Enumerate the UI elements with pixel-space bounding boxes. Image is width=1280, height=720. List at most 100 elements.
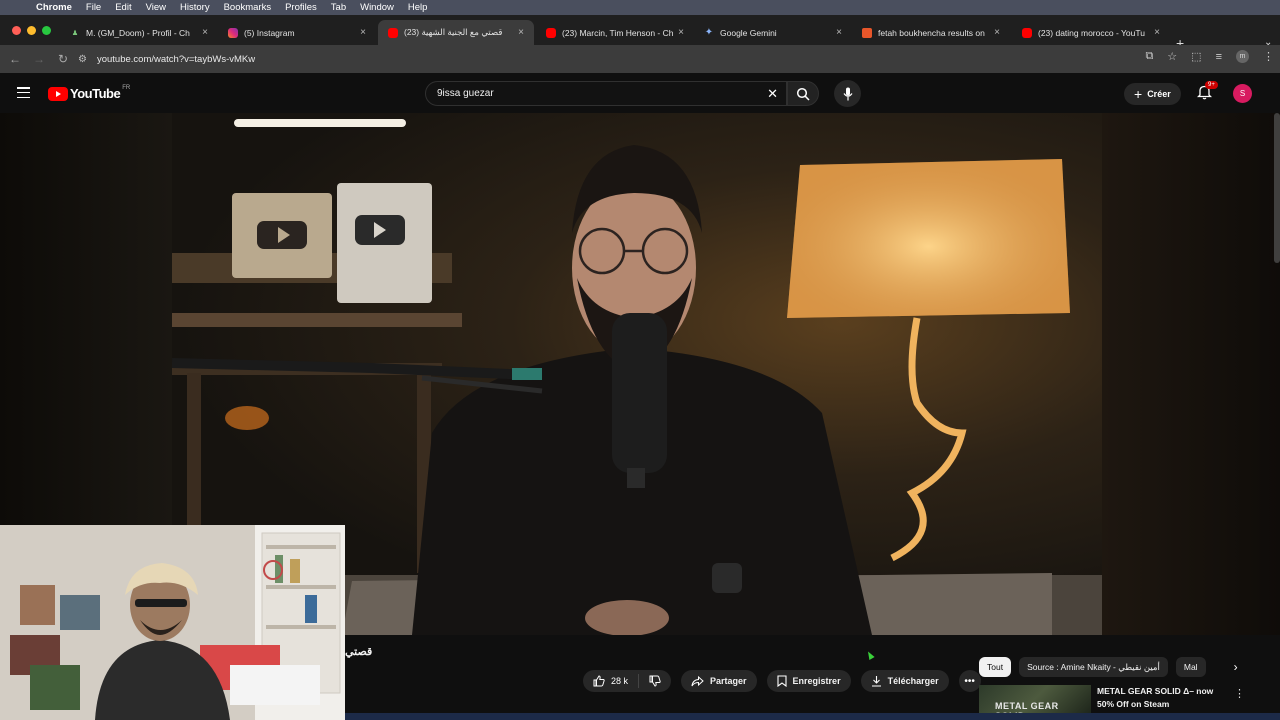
- save-button[interactable]: Enregistrer: [766, 670, 851, 692]
- youtube-play-icon: [48, 86, 68, 101]
- like-count: 28 k: [611, 676, 629, 686]
- bottom-strip: [345, 713, 1280, 720]
- ambient-glow-right: [1102, 113, 1280, 635]
- video-details: قصتي 28 k Partager Enregistrer Télécharg…: [345, 635, 1280, 720]
- like-button[interactable]: 28 k: [583, 674, 640, 688]
- close-tab-icon[interactable]: ×: [990, 27, 1004, 38]
- youtube-wordmark: YouTube: [70, 86, 121, 101]
- menu-view[interactable]: View: [146, 2, 166, 13]
- tab-gemini[interactable]: ✦ Google Gemini ×: [694, 20, 852, 45]
- share-arrow-icon: [691, 675, 704, 686]
- search-button[interactable]: [787, 81, 819, 106]
- bookmark-icon: [776, 675, 787, 687]
- tab-instagram[interactable]: (5) Instagram ×: [218, 20, 376, 45]
- chips-next-chevron-icon[interactable]: ›: [1234, 660, 1238, 674]
- more-actions-icon[interactable]: •••: [958, 670, 981, 692]
- youtube-icon: [546, 27, 556, 38]
- close-tab-icon[interactable]: ×: [674, 27, 688, 38]
- mac-menu-bar: Chrome File Edit View History Bookmarks …: [0, 0, 1280, 15]
- search-input[interactable]: 9issa guezar ✕: [425, 81, 787, 106]
- microphone-icon: [843, 87, 852, 100]
- close-tab-icon[interactable]: ×: [514, 27, 528, 38]
- zoom-window-button[interactable]: [42, 26, 51, 35]
- extensions-icon[interactable]: ⬚: [1191, 50, 1201, 63]
- search-query: 9issa guezar: [437, 88, 494, 99]
- tab-title: (23) قصتي مع الجنية الشهية: [404, 27, 503, 37]
- close-tab-icon[interactable]: ×: [1150, 27, 1164, 38]
- thumbs-down-icon: [649, 675, 661, 687]
- install-app-icon[interactable]: ⧉: [1145, 50, 1153, 63]
- tab-search-results[interactable]: fetah boukhencha results on ×: [852, 20, 1010, 45]
- search-icon: [862, 27, 872, 38]
- address-bar[interactable]: ⚙ youtube.com/watch?v=taybWs-vMKw: [78, 48, 1178, 70]
- url-text: youtube.com/watch?v=taybWs-vMKw: [96, 53, 256, 65]
- chip-source[interactable]: Source : Amine Nkaity - أمين نقيطي: [1019, 657, 1168, 677]
- dislike-button[interactable]: [639, 675, 671, 687]
- person-icon: ♟: [71, 29, 79, 37]
- back-arrow-icon[interactable]: ←: [3, 52, 27, 66]
- forward-arrow-icon[interactable]: →: [27, 52, 51, 66]
- ad-thumbnail: METAL GEAR SOLID: [979, 685, 1091, 713]
- create-label: Créer: [1147, 89, 1171, 99]
- menu-bookmarks[interactable]: Bookmarks: [224, 2, 272, 13]
- thumbs-up-icon: [593, 675, 605, 687]
- youtube-icon: [388, 27, 398, 38]
- close-tab-icon[interactable]: ×: [832, 27, 846, 38]
- tab-youtube-active[interactable]: (23) قصتي مع الجنية الشهية ×: [378, 20, 534, 45]
- chip-mal[interactable]: Mal: [1175, 657, 1206, 677]
- bookmark-star-icon[interactable]: ☆: [1167, 50, 1177, 63]
- reading-list-icon[interactable]: ≡: [1216, 51, 1222, 63]
- share-label: Partager: [710, 676, 747, 686]
- page-scrollbar[interactable]: [1274, 113, 1280, 263]
- browser-toolbar: ← → ↻ ⚙ youtube.com/watch?v=taybWs-vMKw …: [0, 45, 1280, 73]
- webcam-overlay: [0, 525, 345, 720]
- reload-icon[interactable]: ↻: [51, 52, 75, 66]
- minimize-window-button[interactable]: [27, 26, 36, 35]
- save-label: Enregistrer: [792, 676, 841, 686]
- ad-more-icon[interactable]: ⋮: [1234, 687, 1245, 700]
- close-tab-icon[interactable]: ×: [198, 27, 212, 38]
- menu-file[interactable]: File: [86, 2, 101, 13]
- close-window-button[interactable]: [12, 26, 21, 35]
- menu-window[interactable]: Window: [360, 2, 394, 13]
- tab-youtube-marcin[interactable]: (23) Marcin, Tim Henson - Ch ×: [536, 20, 694, 45]
- clear-search-icon[interactable]: ✕: [767, 86, 778, 102]
- menu-help[interactable]: Help: [408, 2, 428, 13]
- plus-icon: +: [1134, 86, 1143, 102]
- streamer-webcam-image: [0, 525, 345, 720]
- menu-profiles[interactable]: Profiles: [285, 2, 317, 13]
- voice-search-button[interactable]: [834, 80, 861, 107]
- menu-history[interactable]: History: [180, 2, 210, 13]
- notifications-button[interactable]: 9+: [1196, 81, 1218, 102]
- ad-line-1: METAL GEAR SOLID Δ– now: [1097, 686, 1214, 696]
- video-actions: 28 k Partager Enregistrer Télécharger ••…: [583, 670, 981, 692]
- tab-youtube-dating[interactable]: (23) dating morocco - YouTu ×: [1012, 20, 1170, 45]
- site-info-icon[interactable]: ⚙: [78, 54, 87, 65]
- browser-menu-icon[interactable]: ⋮: [1263, 50, 1274, 63]
- tab-title: (5) Instagram: [244, 27, 295, 38]
- ad-thumbnail-text: METAL GEAR SOLID: [995, 701, 1059, 713]
- menu-edit[interactable]: Edit: [115, 2, 131, 13]
- like-dislike-group: 28 k: [583, 670, 672, 692]
- menu-hamburger-icon[interactable]: [17, 87, 30, 101]
- screen: Chrome File Edit View History Bookmarks …: [0, 0, 1280, 720]
- account-avatar[interactable]: S: [1233, 84, 1252, 103]
- related-filter-chips: Tout Source : Amine Nkaity - أمين نقيطي …: [979, 657, 1238, 677]
- tab-title: Google Gemini: [720, 27, 777, 38]
- menu-tab[interactable]: Tab: [331, 2, 346, 13]
- chip-all[interactable]: Tout: [979, 657, 1012, 677]
- tab-profil[interactable]: ♟ M. (GM_Doom) - Profil - Ch ×: [60, 20, 218, 45]
- window-controls: [12, 26, 51, 35]
- instagram-icon: [228, 27, 238, 38]
- menu-app-name[interactable]: Chrome: [36, 2, 72, 13]
- download-icon: [871, 676, 881, 687]
- browser-tab-strip: ♟ M. (GM_Doom) - Profil - Ch × (5) Insta…: [0, 15, 1280, 51]
- youtube-header: YouTube FR 9issa guezar ✕ + Créer 9+ S: [0, 73, 1280, 113]
- profile-avatar-icon[interactable]: m: [1236, 50, 1249, 63]
- create-button[interactable]: + Créer: [1124, 83, 1181, 105]
- download-button[interactable]: Télécharger: [860, 670, 949, 692]
- close-tab-icon[interactable]: ×: [356, 27, 370, 38]
- tab-title: (23) dating morocco - YouTu: [1038, 27, 1145, 38]
- share-button[interactable]: Partager: [681, 670, 757, 692]
- youtube-logo[interactable]: YouTube FR: [48, 85, 130, 101]
